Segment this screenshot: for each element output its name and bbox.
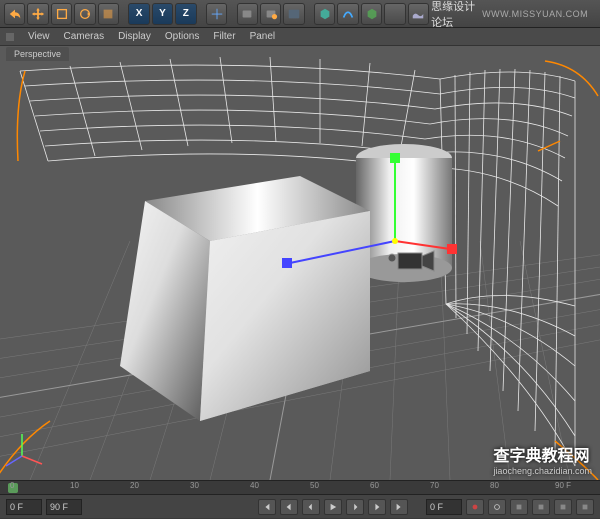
menu-panel[interactable]: Panel (250, 31, 276, 42)
viewport-scene (0, 46, 600, 480)
spline-button[interactable] (337, 3, 358, 25)
goto-end-button[interactable] (390, 499, 408, 515)
viewport-menubar: View Cameras Display Options Filter Pane… (0, 28, 600, 46)
title-chinese: 思缘设计论坛 (431, 0, 476, 30)
key-rot-button[interactable] (554, 499, 572, 515)
tick: 10 (70, 481, 79, 490)
picture-viewer-button[interactable] (283, 3, 304, 25)
tick: 30 (190, 481, 199, 490)
viewport-3d[interactable] (0, 46, 600, 480)
menu-options[interactable]: Options (165, 31, 199, 42)
start-frame-input[interactable] (6, 499, 42, 515)
tick: 70 (430, 481, 439, 490)
menu-filter[interactable]: Filter (213, 31, 235, 42)
next-key-button[interactable] (368, 499, 386, 515)
next-frame-button[interactable] (346, 499, 364, 515)
current-frame-input[interactable] (426, 499, 462, 515)
autokey-button[interactable] (488, 499, 506, 515)
app-title: 思缘设计论坛 WWW.MISSYUAN.COM (431, 0, 588, 30)
menu-display[interactable]: Display (118, 31, 151, 42)
tick: 60 (370, 481, 379, 490)
tick: 20 (130, 481, 139, 490)
environment-button[interactable] (408, 3, 429, 25)
deformer-button[interactable] (384, 3, 405, 25)
z-axis-lock-button[interactable]: Z (175, 3, 196, 25)
undo-button[interactable] (4, 3, 25, 25)
x-axis-lock-button[interactable]: X (128, 3, 149, 25)
y-axis-lock-button[interactable]: Y (152, 3, 173, 25)
tick: 50 (310, 481, 319, 490)
record-button[interactable] (466, 499, 484, 515)
timeline-controls (0, 495, 600, 519)
render-button[interactable] (237, 3, 258, 25)
rotate-tool-button[interactable] (74, 3, 95, 25)
main-toolbar: X Y Z 思缘设计论坛 WWW.MISSYUAN.COM (0, 0, 600, 28)
timeline: 0 10 20 30 40 50 60 70 80 90 F (0, 480, 600, 518)
generator-button[interactable] (361, 3, 382, 25)
move-tool-button[interactable] (27, 3, 48, 25)
menu-dropdown-icon[interactable] (6, 33, 14, 41)
watermark-main: 查字典教程网 (493, 448, 589, 465)
scale-tool-button[interactable] (51, 3, 72, 25)
key-scale-button[interactable] (532, 499, 550, 515)
tick: 0 (10, 481, 14, 490)
goto-start-button[interactable] (258, 499, 276, 515)
viewport-tab[interactable]: Perspective (6, 47, 69, 61)
coord-system-button[interactable] (206, 3, 227, 25)
title-url: WWW.MISSYUAN.COM (482, 9, 588, 19)
play-button[interactable] (324, 499, 342, 515)
watermark-sub: jiaocheng.chazidian.com (493, 466, 592, 476)
prev-frame-button[interactable] (302, 499, 320, 515)
key-pos-button[interactable] (510, 499, 528, 515)
tick: 40 (250, 481, 259, 490)
last-tool-button[interactable] (98, 3, 119, 25)
tick: 90 F (555, 481, 571, 490)
menu-cameras[interactable]: Cameras (64, 31, 105, 42)
key-param-button[interactable] (576, 499, 594, 515)
timeline-ruler[interactable]: 0 10 20 30 40 50 60 70 80 90 F (0, 481, 600, 495)
end-frame-input[interactable] (46, 499, 82, 515)
prev-key-button[interactable] (280, 499, 298, 515)
menu-view[interactable]: View (28, 31, 50, 42)
watermark: 查字典教程网 jiaocheng.chazidian.com (493, 442, 592, 476)
primitive-cube-button[interactable] (314, 3, 335, 25)
render-settings-button[interactable] (260, 3, 281, 25)
tick: 80 (490, 481, 499, 490)
